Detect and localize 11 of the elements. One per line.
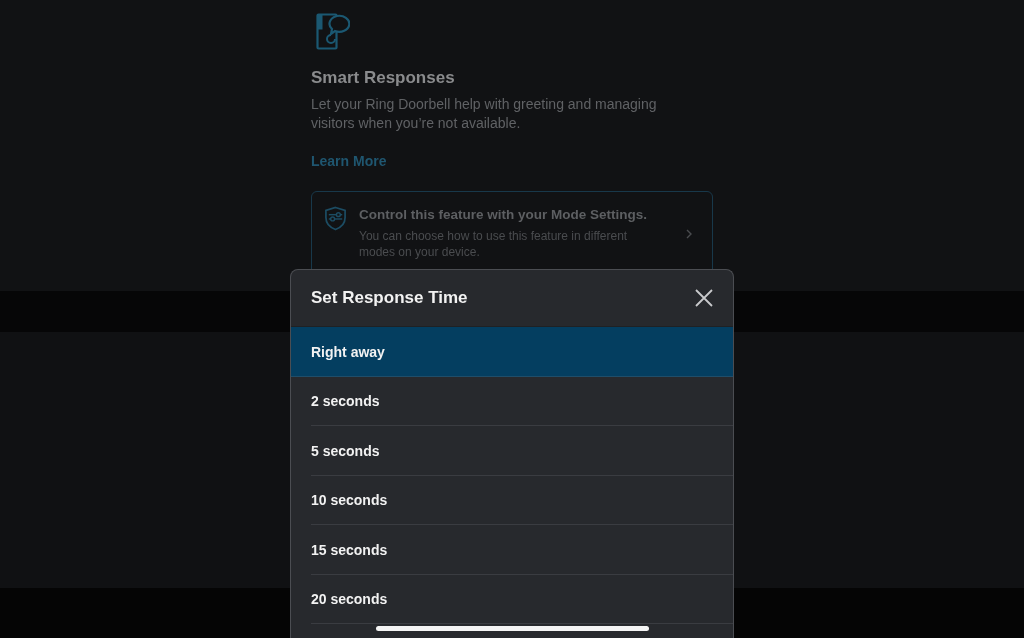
feature-title: Smart Responses: [311, 68, 455, 88]
dialog-title: Set Response Time: [311, 288, 468, 308]
doorbell-speech-bubble-icon: [316, 13, 350, 51]
option-item[interactable]: Right away: [291, 327, 733, 377]
close-icon: [695, 289, 713, 307]
shield-sliders-icon: [324, 206, 347, 231]
close-button[interactable]: [695, 289, 713, 307]
feature-description: Let your Ring Doorbell help with greeting and managing visitors when you’re not available.: [311, 95, 658, 133]
chevron-right-icon: [686, 229, 692, 239]
card-title: Control this feature with your Mode Settings.: [359, 206, 648, 224]
card-description: You can choose how to use this feature in different modes on your device.: [359, 228, 629, 260]
